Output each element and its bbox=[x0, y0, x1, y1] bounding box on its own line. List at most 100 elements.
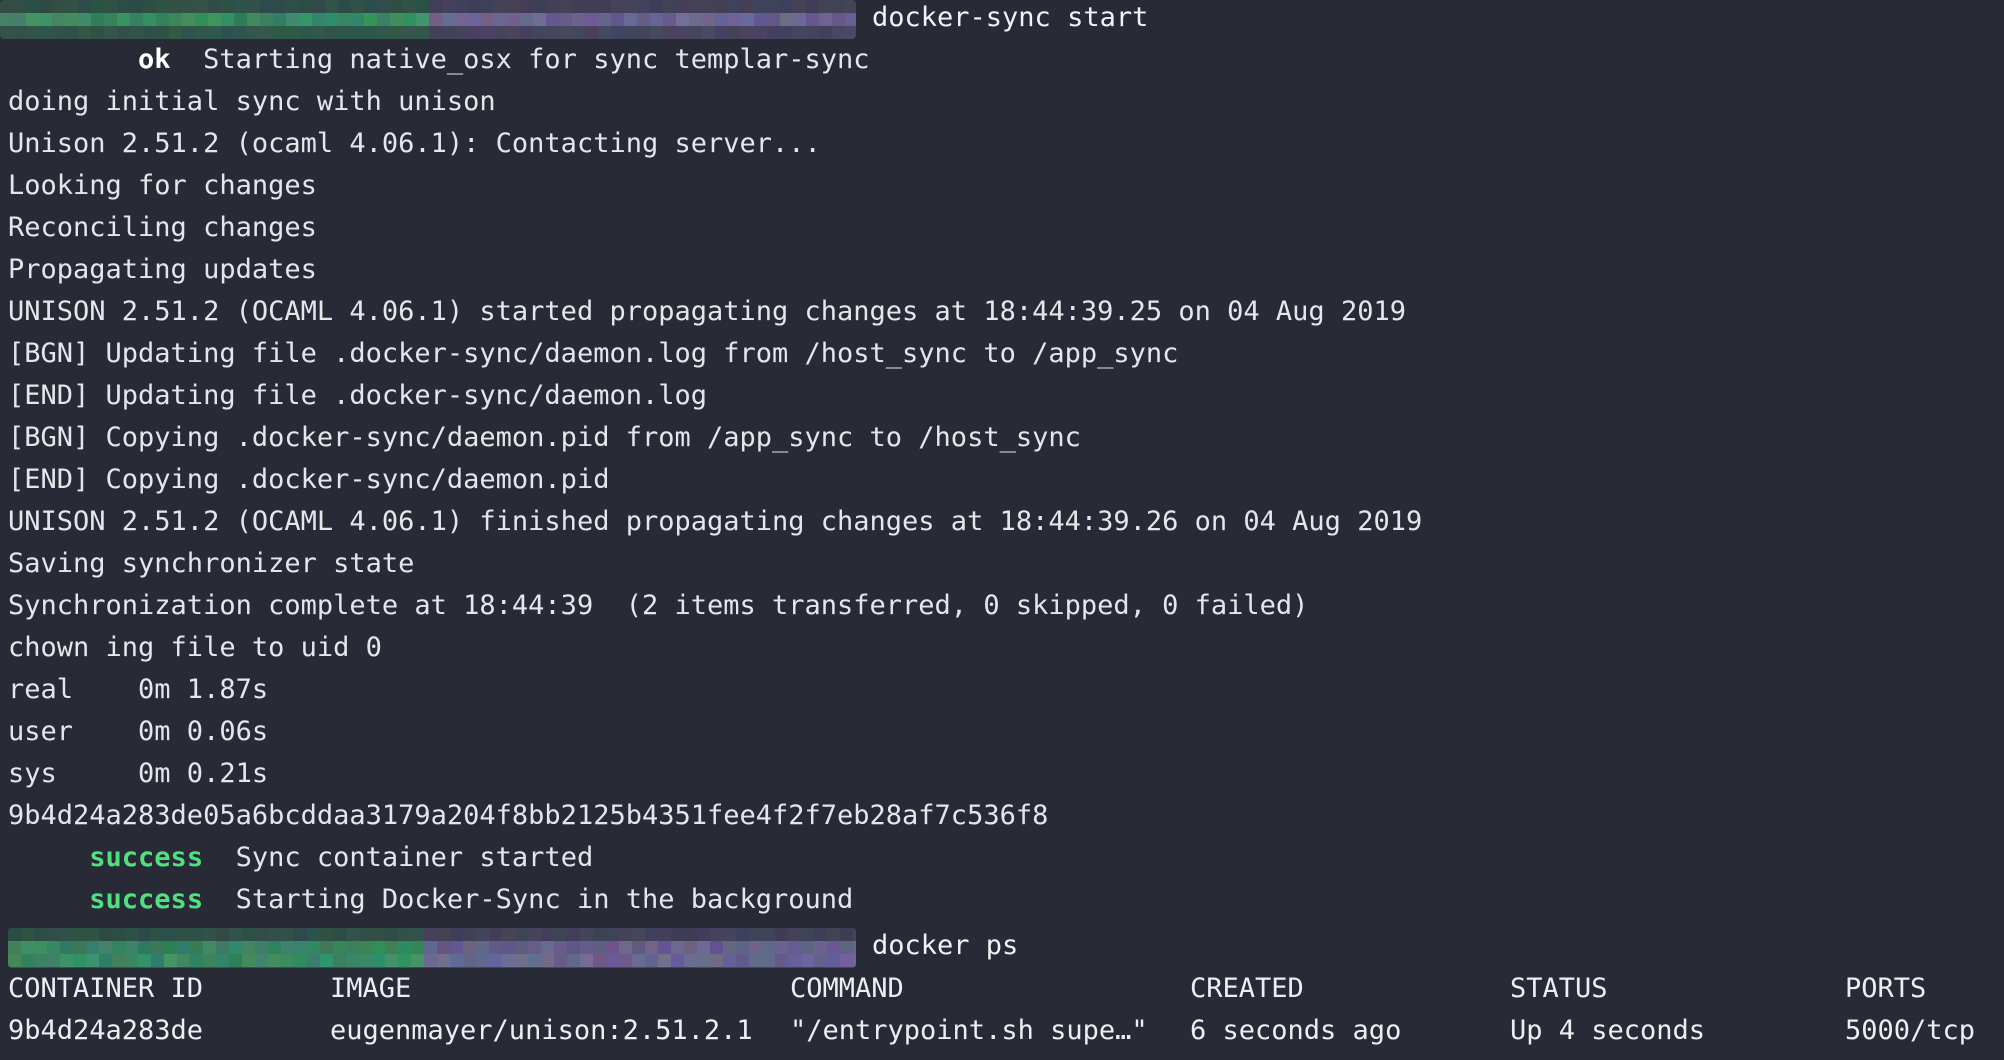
redaction-pixel bbox=[351, 0, 364, 13]
redaction-pixel bbox=[65, 0, 78, 13]
redaction-pixel bbox=[364, 26, 377, 39]
redaction-pixel bbox=[832, 26, 845, 39]
redaction-pixel bbox=[489, 967, 502, 968]
redaction-pixel bbox=[8, 928, 21, 941]
terminal-line: Unison 2.51.2 (ocaml 4.06.1): Contacting… bbox=[8, 123, 821, 165]
redaction-pixel bbox=[112, 954, 125, 967]
redaction-pixel bbox=[702, 0, 715, 13]
redaction-pixel bbox=[255, 954, 268, 967]
line-text: real 0m 1.87s bbox=[8, 674, 269, 705]
redaction-pixel bbox=[793, 26, 806, 39]
redaction-pixel bbox=[637, 0, 650, 13]
redaction-pixel bbox=[658, 941, 671, 954]
redaction-pixel bbox=[793, 0, 806, 13]
redaction-pixel bbox=[364, 0, 377, 13]
redaction-pixel bbox=[273, 0, 286, 13]
redaction-pixel bbox=[416, 0, 429, 13]
redaction-pixel bbox=[853, 928, 856, 941]
redaction-pixel bbox=[234, 13, 247, 26]
redaction-pixel bbox=[515, 941, 528, 954]
redaction-pixel bbox=[0, 26, 13, 39]
redaction-pixel bbox=[528, 954, 541, 967]
redaction-pixel bbox=[520, 26, 533, 39]
redaction-pixel bbox=[767, 13, 780, 26]
redaction-pixel bbox=[767, 26, 780, 39]
redaction-pixel bbox=[398, 954, 411, 967]
line-text: user 0m 0.06s bbox=[8, 716, 269, 747]
redaction-pixel bbox=[689, 0, 702, 13]
redaction-pixel bbox=[632, 941, 645, 954]
redaction-pixel bbox=[463, 967, 476, 968]
redaction-pixel bbox=[736, 941, 749, 954]
redaction-pixel bbox=[827, 928, 840, 941]
redaction-pixel bbox=[723, 967, 736, 968]
redaction-pixel bbox=[762, 928, 775, 941]
line-text: Looking for changes bbox=[8, 170, 317, 201]
redaction-pixel bbox=[663, 26, 676, 39]
terminal-line: chown ing file to uid 0 bbox=[8, 627, 382, 669]
redaction-pixel bbox=[39, 13, 52, 26]
redaction-pixel bbox=[715, 26, 728, 39]
redaction-pixel bbox=[754, 26, 767, 39]
redaction-pixel bbox=[151, 941, 164, 954]
redaction-pixel bbox=[216, 928, 229, 941]
redaction-pixel bbox=[502, 954, 515, 967]
redaction-pixel bbox=[494, 13, 507, 26]
redaction-pixel bbox=[377, 13, 390, 26]
redaction-pixel bbox=[736, 954, 749, 967]
redaction-pixel bbox=[788, 928, 801, 941]
table-row-cell: 5000/tcp bbox=[1845, 1015, 1976, 1046]
redacted-shell-prompt-1 bbox=[0, 0, 856, 39]
redaction-pixel bbox=[411, 941, 424, 954]
redaction-pixel bbox=[507, 13, 520, 26]
redaction-pixel bbox=[8, 954, 21, 967]
redaction-pixel bbox=[827, 954, 840, 967]
redaction-pixel bbox=[741, 26, 754, 39]
redaction-pixel bbox=[645, 967, 658, 968]
redaction-pixel bbox=[182, 0, 195, 13]
redaction-pixel bbox=[312, 26, 325, 39]
line-text: Reconciling changes bbox=[8, 212, 317, 243]
redaction-pixel bbox=[47, 928, 60, 941]
redaction-pixel bbox=[598, 0, 611, 13]
redaction-pixel bbox=[671, 954, 684, 967]
terminal-window[interactable]: docker-sync start ok Starting native_osx… bbox=[0, 0, 2004, 1060]
redaction-pixel bbox=[372, 928, 385, 941]
redaction-pixel bbox=[182, 26, 195, 39]
redaction-pixel bbox=[671, 941, 684, 954]
redaction-pixel bbox=[229, 941, 242, 954]
redaction-pixel bbox=[403, 26, 416, 39]
redaction-pixel bbox=[702, 13, 715, 26]
redaction-pixel bbox=[502, 928, 515, 941]
redaction-pixel bbox=[533, 26, 546, 39]
redaction-pixel bbox=[221, 0, 234, 13]
table-row-cell: Up 4 seconds bbox=[1510, 1015, 1706, 1046]
redaction-pixel bbox=[481, 26, 494, 39]
redaction-pixel bbox=[221, 13, 234, 26]
redaction-pixel bbox=[203, 941, 216, 954]
terminal-line: sys 0m 0.21s bbox=[8, 753, 268, 795]
redaction-pixel bbox=[333, 928, 346, 941]
redaction-pixel bbox=[247, 13, 260, 26]
redaction-pixel bbox=[333, 954, 346, 967]
redaction-pixel bbox=[91, 13, 104, 26]
redaction-pixel bbox=[619, 954, 632, 967]
redaction-pixel bbox=[463, 928, 476, 941]
redaction-pixel bbox=[801, 941, 814, 954]
redaction-pixel bbox=[34, 941, 47, 954]
redaction-pixel bbox=[359, 941, 372, 954]
redaction-pixel bbox=[853, 954, 856, 967]
redaction-pixel bbox=[533, 13, 546, 26]
redaction-pixel bbox=[463, 954, 476, 967]
redaction-pixel bbox=[294, 928, 307, 941]
redaction-pixel bbox=[762, 954, 775, 967]
redaction-pixel bbox=[598, 26, 611, 39]
redaction-pixel bbox=[351, 13, 364, 26]
redaction-pixel bbox=[73, 928, 86, 941]
redaction-pixel bbox=[229, 928, 242, 941]
redaction-pixel bbox=[476, 928, 489, 941]
redaction-pixel bbox=[203, 967, 216, 968]
redaction-pixel bbox=[442, 13, 455, 26]
redaction-pixel bbox=[21, 941, 34, 954]
redaction-pixel bbox=[242, 954, 255, 967]
